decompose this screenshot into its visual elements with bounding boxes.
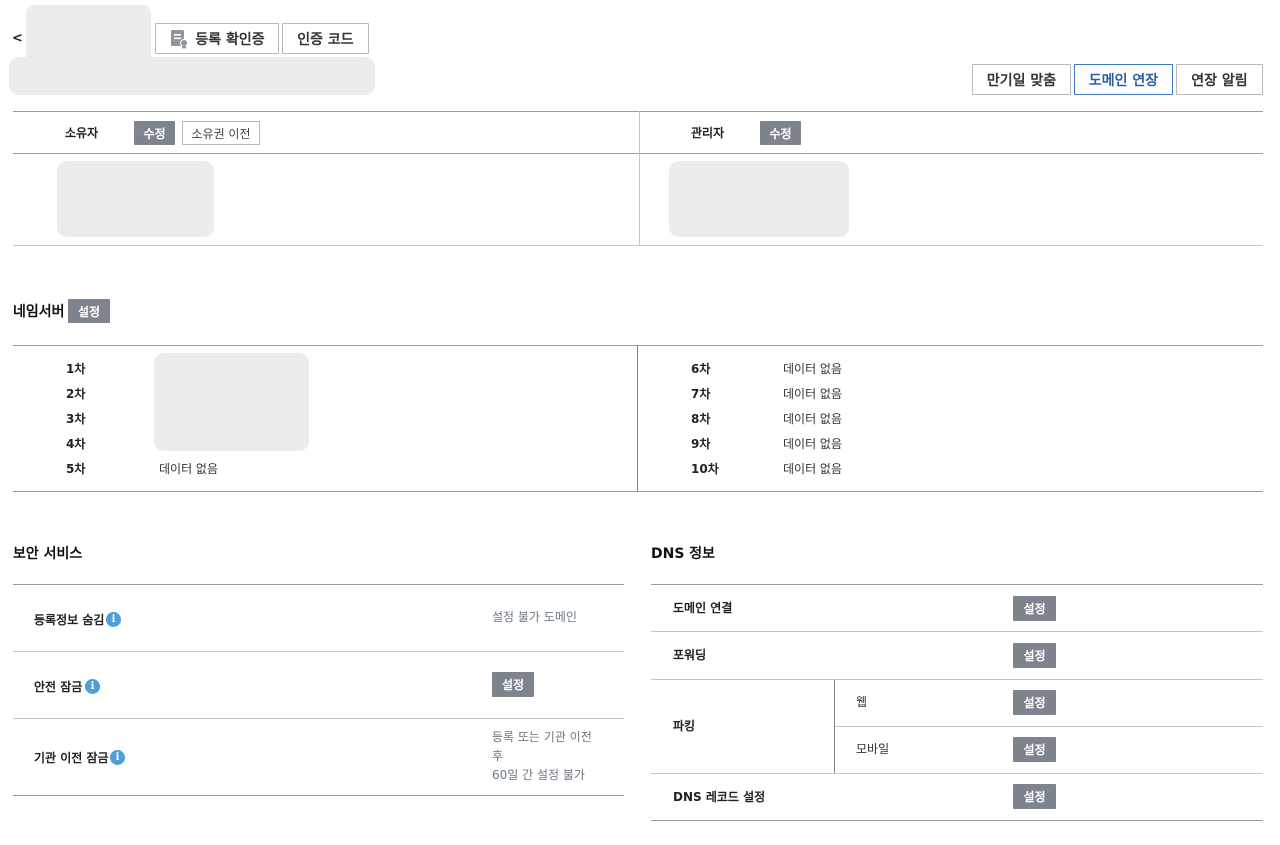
parking-web-label: 웹 xyxy=(856,695,868,709)
ns-rank-7: 7차 xyxy=(691,387,711,401)
domain-connect-label: 도메인 연결 xyxy=(673,601,733,615)
transfer-lock-value-line-2: 후 xyxy=(492,749,504,763)
security-bottom-border xyxy=(13,795,624,796)
safe-lock-info-icon[interactable]: i xyxy=(85,679,100,694)
admin-label: 관리자 xyxy=(691,126,725,140)
domain-renew-button[interactable]: 도메인 연장 xyxy=(1074,64,1173,95)
dns-bottom-border xyxy=(651,820,1263,821)
ns-rank-3: 3차 xyxy=(66,412,86,426)
owner-info-redacted xyxy=(57,161,214,237)
nameserver-title: 네임서버 xyxy=(13,304,65,320)
nameserver-top-border xyxy=(13,345,1263,346)
domain-name-redacted xyxy=(9,57,375,95)
security-row-1-border xyxy=(13,651,624,652)
domain-connect-set-button[interactable]: 설정 xyxy=(1013,596,1056,621)
transfer-lock-info-icon[interactable]: i xyxy=(110,750,125,765)
dns-row-3-border xyxy=(651,773,1263,774)
owner-edit-button[interactable]: 수정 xyxy=(134,121,175,145)
security-top-border xyxy=(13,584,624,585)
ns-rank-2: 2차 xyxy=(66,387,86,401)
dns-row-1-border xyxy=(651,631,1263,632)
transfer-lock-label: 기관 이전 잠금 xyxy=(34,751,109,765)
ns-value-8: 데이터 없음 xyxy=(783,412,843,426)
dns-title: DNS 정보 xyxy=(651,546,716,562)
dns-parking-sub-border xyxy=(835,726,1263,727)
safe-lock-set-button[interactable]: 설정 xyxy=(492,672,534,697)
domain-logo-redacted xyxy=(26,5,151,61)
contacts-header-border xyxy=(13,153,1263,154)
ns-rank-5: 5차 xyxy=(66,462,86,476)
parking-mobile-set-button[interactable]: 설정 xyxy=(1013,737,1056,762)
parking-mobile-label: 모바일 xyxy=(856,742,890,756)
registration-certificate-button[interactable]: 등록 확인증 xyxy=(155,23,279,54)
nameserver-set-button[interactable]: 설정 xyxy=(68,299,110,323)
ns-value-9: 데이터 없음 xyxy=(783,437,843,451)
align-expiry-button[interactable]: 만기일 맞춤 xyxy=(972,64,1071,95)
security-title: 보안 서비스 xyxy=(13,546,83,562)
dns-record-label: DNS 레코드 설정 xyxy=(673,790,766,804)
forwarding-label: 포워딩 xyxy=(673,648,707,662)
dns-top-border xyxy=(651,584,1263,585)
back-button[interactable]: < xyxy=(12,31,23,46)
parking-label: 파킹 xyxy=(673,719,696,733)
parking-web-set-button[interactable]: 설정 xyxy=(1013,690,1056,715)
transfer-lock-value-line-1: 등록 또는 기관 이전 xyxy=(492,730,592,744)
ns-rank-1: 1차 xyxy=(66,362,86,376)
dns-row-2-border xyxy=(651,679,1263,680)
privacy-info-icon[interactable]: i xyxy=(106,612,121,627)
admin-edit-button[interactable]: 수정 xyxy=(760,121,801,145)
contacts-bottom-border xyxy=(13,245,1263,246)
forwarding-set-button[interactable]: 설정 xyxy=(1013,643,1056,668)
ns-values-redacted xyxy=(154,353,309,451)
auth-code-button[interactable]: 인증 코드 xyxy=(282,23,369,54)
privacy-value: 설정 불가 도메인 xyxy=(492,610,577,624)
renew-alert-button[interactable]: 연장 알림 xyxy=(1176,64,1263,95)
dns-parking-divider xyxy=(834,680,835,773)
nameserver-divider xyxy=(637,345,638,491)
ns-value-6: 데이터 없음 xyxy=(783,362,843,376)
security-row-2-border xyxy=(13,718,624,719)
nameserver-bottom-border xyxy=(13,491,1263,492)
owner-label: 소유자 xyxy=(65,126,99,140)
ns-rank-9: 9차 xyxy=(691,437,711,451)
ns-rank-4: 4차 xyxy=(66,437,86,451)
transfer-lock-value-line-3: 60일 간 설정 불가 xyxy=(492,768,585,782)
contacts-top-border xyxy=(13,111,1263,112)
contacts-divider xyxy=(639,111,640,246)
ns-rank-8: 8차 xyxy=(691,412,711,426)
admin-info-redacted xyxy=(669,161,849,237)
ns-value-5: 데이터 없음 xyxy=(159,462,219,476)
safe-lock-label: 안전 잠금 xyxy=(34,680,83,694)
privacy-label: 등록정보 숨김 xyxy=(34,613,105,627)
dns-record-set-button[interactable]: 설정 xyxy=(1013,784,1056,809)
registration-certificate-label: 등록 확인증 xyxy=(195,31,265,48)
owner-transfer-button[interactable]: 소유권 이전 xyxy=(182,121,260,145)
certificate-icon xyxy=(169,29,189,49)
ns-value-10: 데이터 없음 xyxy=(783,462,843,476)
ns-value-7: 데이터 없음 xyxy=(783,387,843,401)
ns-rank-6: 6차 xyxy=(691,362,711,376)
ns-rank-10: 10차 xyxy=(691,462,719,476)
